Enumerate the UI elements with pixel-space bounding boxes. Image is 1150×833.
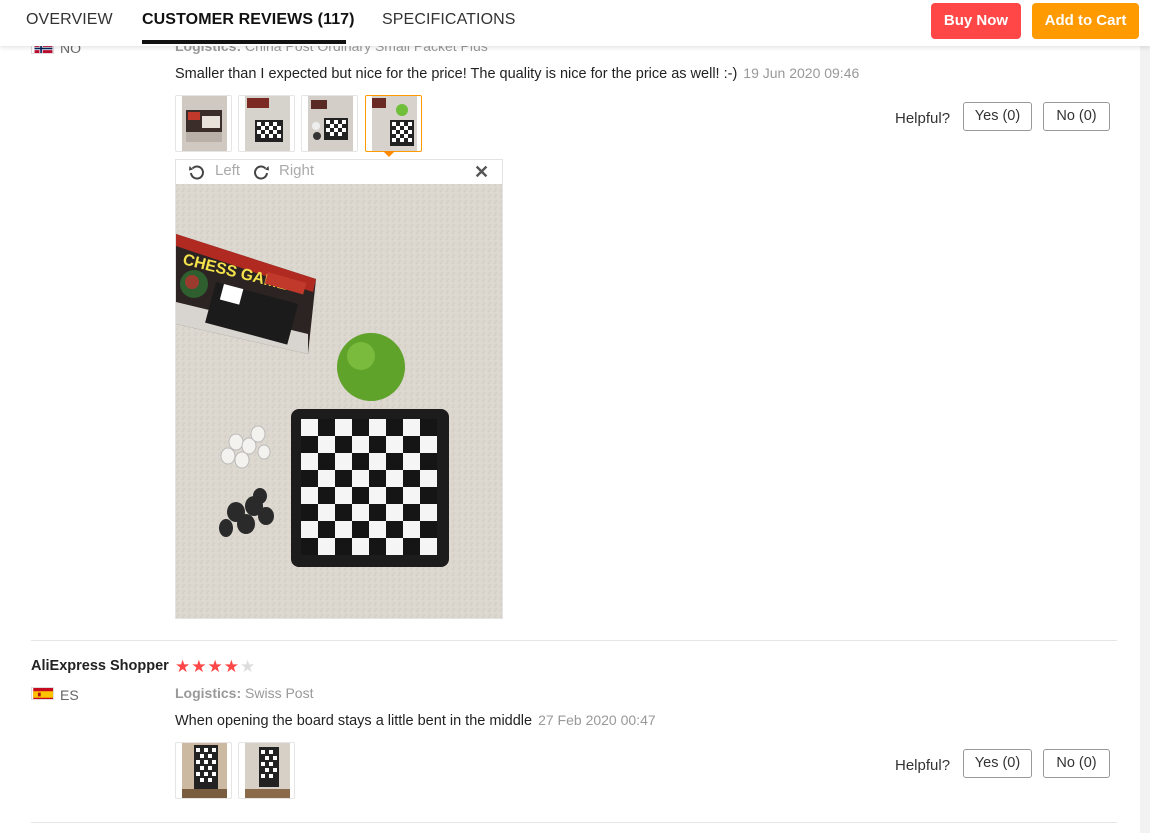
- review2-star-rating: ★★★★★: [175, 657, 256, 677]
- review2-logistics: Logistics: Swiss Post: [175, 685, 313, 701]
- photo-thumbnail-icon: [182, 96, 227, 151]
- rotate-left-button[interactable]: Left: [188, 162, 246, 182]
- product-tab-bar: OVERVIEW CUSTOMER REVIEWS (117) SPECIFIC…: [0, 0, 1150, 46]
- star-filled-icon: ★: [207, 657, 224, 676]
- rotate-left-label: Left: [215, 162, 241, 179]
- logistics-label: Logistics:: [175, 685, 242, 701]
- active-tab-indicator: [142, 40, 346, 44]
- review2-text-row: When opening the board stays a little be…: [175, 712, 656, 729]
- review2-helpful-no-button[interactable]: No (0): [1043, 749, 1110, 778]
- review2-author-name: AliExpress Shopper: [31, 658, 169, 674]
- selected-thumb-pointer: [383, 151, 395, 157]
- photo-thumbnail-icon: [182, 743, 227, 798]
- review-image-viewer: Left Right ✕ CHESS GAME: [175, 159, 503, 619]
- spain-flag-icon: [31, 687, 54, 700]
- review1-thumb-2[interactable]: [238, 95, 295, 152]
- review-divider: [31, 640, 1117, 641]
- photo-thumbnail-icon: [372, 96, 417, 151]
- add-to-cart-button[interactable]: Add to Cart: [1032, 3, 1139, 39]
- review2-helpful-yes-button[interactable]: Yes (0): [963, 749, 1032, 778]
- review2-thumb-2[interactable]: [238, 742, 295, 799]
- review1-thumb-1[interactable]: [175, 95, 232, 152]
- review-divider: [31, 822, 1117, 823]
- star-filled-icon: ★: [223, 657, 240, 676]
- review2-country: ES: [60, 687, 79, 703]
- review1-helpful-no-button[interactable]: No (0): [1043, 102, 1110, 131]
- rotate-right-icon: [254, 165, 269, 180]
- buy-now-button[interactable]: Buy Now: [931, 3, 1021, 39]
- rotate-left-icon: [189, 165, 204, 180]
- logistics-value: Swiss Post: [245, 685, 314, 701]
- rotate-right-button[interactable]: Right: [252, 162, 318, 182]
- review2-helpful-label: Helpful?: [895, 757, 951, 774]
- review1-text-row: Smaller than I expected but nice for the…: [175, 65, 859, 82]
- image-viewer-toolbar: Left Right ✕: [176, 160, 502, 184]
- review1-helpful-label: Helpful?: [895, 110, 951, 127]
- review-photo-large: CHESS GAME: [176, 184, 502, 618]
- star-empty-icon: ★: [240, 657, 257, 676]
- tab-customer-reviews[interactable]: CUSTOMER REVIEWS (117): [142, 11, 355, 29]
- tab-specifications[interactable]: SPECIFICATIONS: [382, 11, 516, 29]
- review1-thumb-3[interactable]: [301, 95, 358, 152]
- review1-thumb-4-selected[interactable]: [365, 95, 422, 152]
- review1-helpful-yes-button[interactable]: Yes (0): [963, 102, 1032, 131]
- photo-thumbnail-icon: [245, 96, 290, 151]
- review2-thumb-1[interactable]: [175, 742, 232, 799]
- reviews-panel: NO Logistics: China Post Ordinary Small …: [0, 0, 1140, 833]
- star-filled-icon: ★: [191, 657, 208, 676]
- review1-date: 19 Jun 2020 09:46: [743, 65, 860, 81]
- photo-thumbnail-icon: [308, 96, 353, 151]
- tab-overview[interactable]: OVERVIEW: [26, 11, 113, 29]
- review1-text: Smaller than I expected but nice for the…: [175, 66, 738, 82]
- review2-date: 27 Feb 2020 00:47: [538, 712, 656, 728]
- photo-thumbnail-icon: [245, 743, 290, 798]
- chess-set-photo-image: CHESS GAME: [176, 184, 502, 618]
- close-viewer-icon[interactable]: ✕: [474, 162, 489, 183]
- rotate-right-label: Right: [279, 162, 315, 179]
- star-filled-icon: ★: [175, 657, 192, 676]
- review2-text: When opening the board stays a little be…: [175, 713, 533, 729]
